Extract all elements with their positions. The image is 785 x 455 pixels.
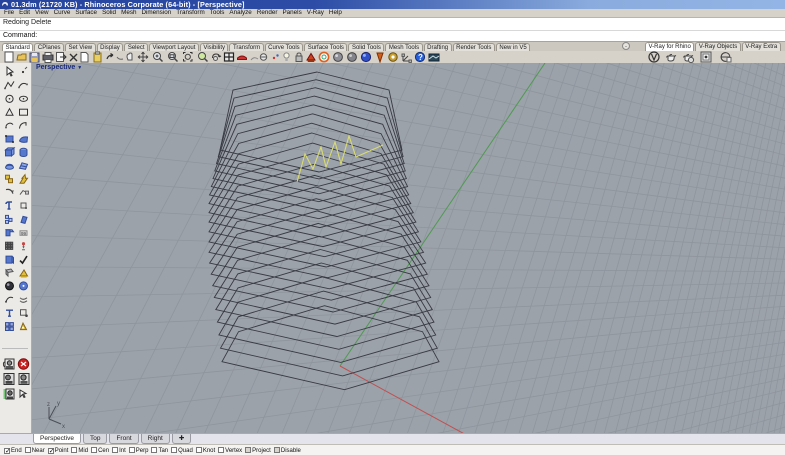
svg-text:z: z xyxy=(47,402,50,408)
svg-text:x: x xyxy=(62,424,65,430)
svg-text:?: ? xyxy=(418,53,423,62)
svg-text:y: y xyxy=(57,401,60,407)
svg-text:99: 99 xyxy=(21,231,27,236)
